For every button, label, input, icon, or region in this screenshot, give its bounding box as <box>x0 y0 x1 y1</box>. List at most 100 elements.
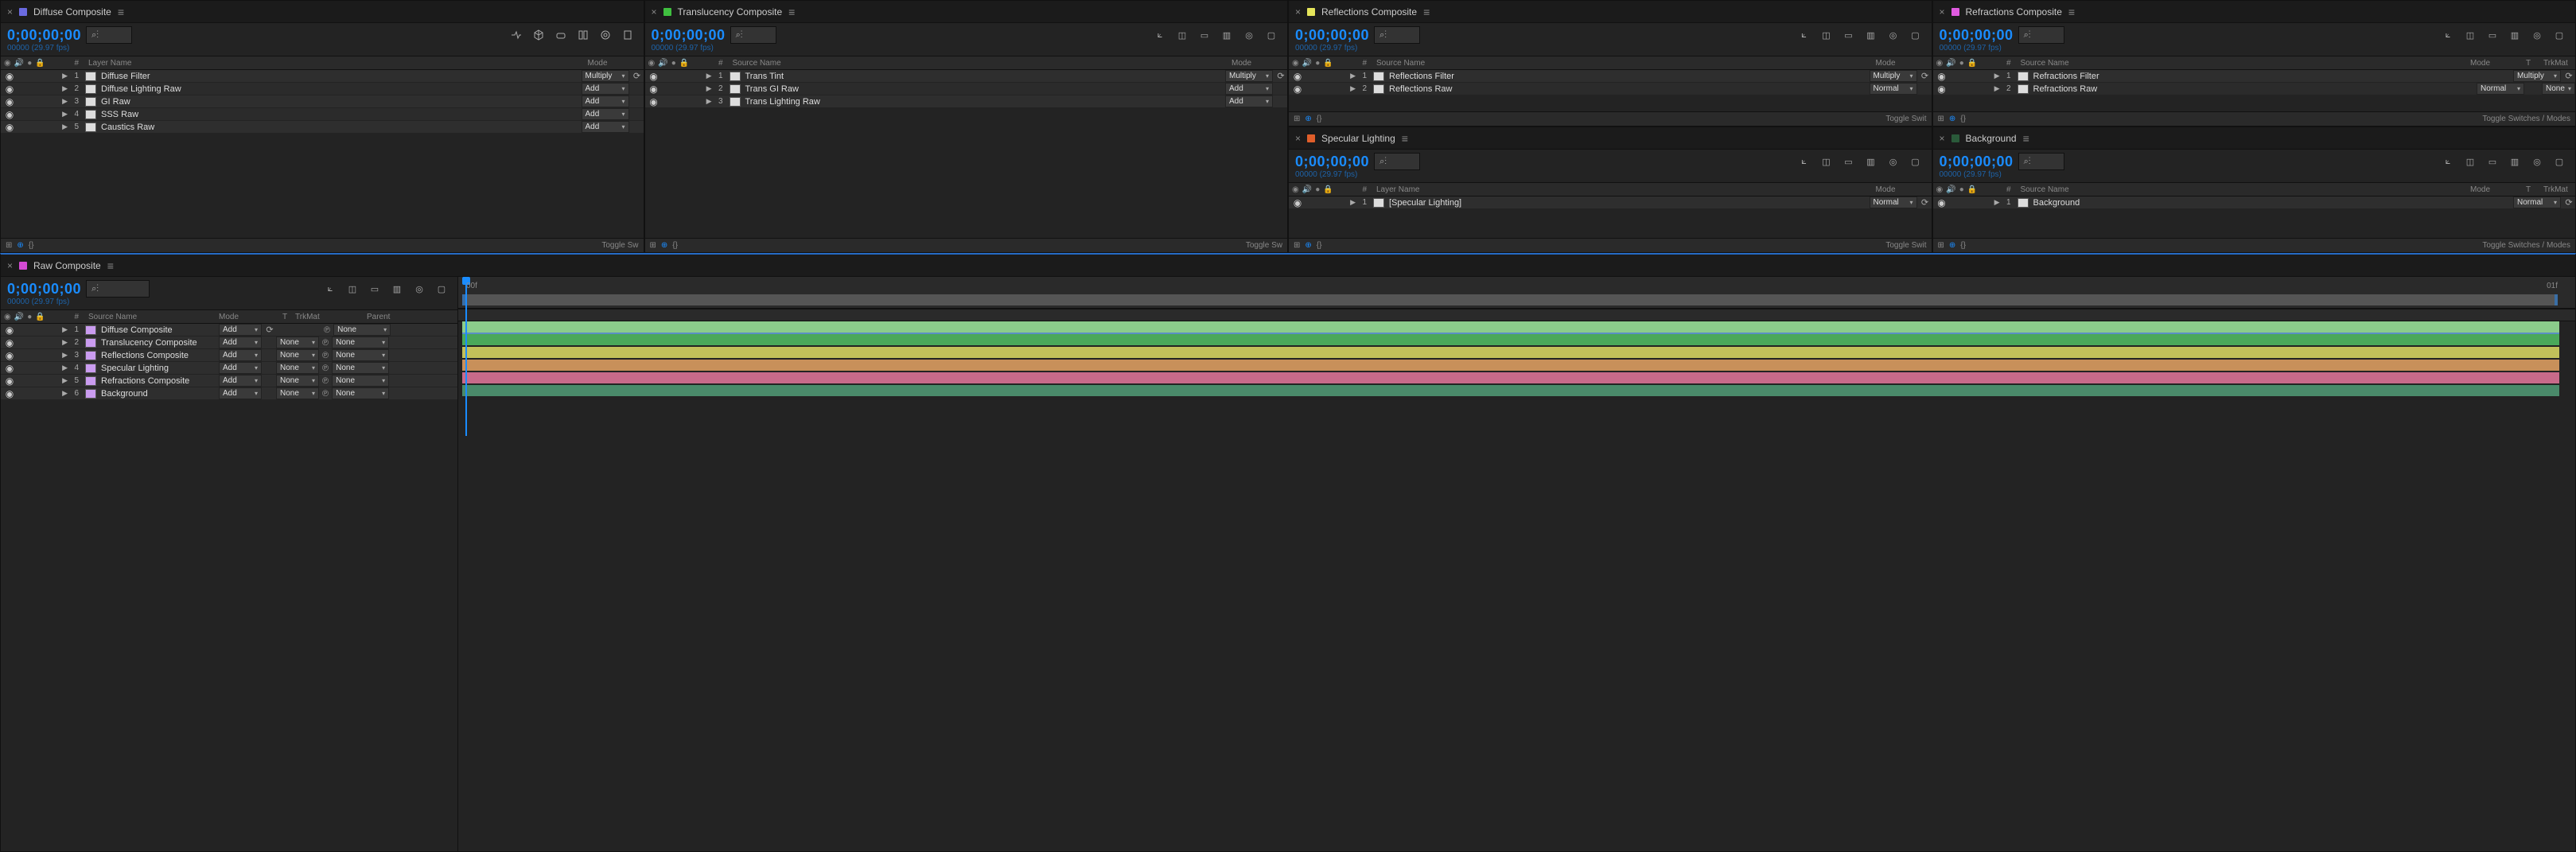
marker-icon[interactable]: ▢ <box>435 282 448 295</box>
close-icon[interactable]: × <box>7 6 13 18</box>
trkmat-dropdown[interactable]: None▾ <box>2542 83 2575 95</box>
graph-icon[interactable]: ⟀ <box>1154 29 1166 41</box>
eye-icon[interactable]: ◉ <box>648 71 660 82</box>
parent-dropdown[interactable]: None▾ <box>332 349 389 361</box>
layer-row[interactable]: ◉▶1Diffuse FilterMultiply▾⟳ <box>1 70 644 83</box>
layer-row[interactable]: ◉▶2Reflections RawNormal▾ <box>1289 83 1932 95</box>
cap-icon[interactable] <box>555 29 567 41</box>
link-icon[interactable] <box>631 84 644 95</box>
expand-icon[interactable]: ▶ <box>706 97 712 106</box>
eye-icon[interactable]: ◉ <box>4 325 15 336</box>
close-icon[interactable]: × <box>652 6 657 18</box>
timecode[interactable]: 0;00;00;00 <box>1295 27 1369 44</box>
columns-icon[interactable]: ▥ <box>2508 29 2521 41</box>
eye-icon[interactable]: ◉ <box>648 96 660 107</box>
motion-blur-icon[interactable]: ⊕ <box>17 241 23 250</box>
mode-dropdown[interactable]: Normal▾ <box>2477 83 2524 95</box>
trkmat-header[interactable]: TrkMat <box>295 313 367 321</box>
trkmat-dropdown[interactable]: None▾ <box>276 362 319 374</box>
layer-name[interactable]: Refractions Filter <box>2029 72 2514 81</box>
search-input[interactable]: ⌕⁝ <box>1374 153 1420 170</box>
layer-name[interactable]: Reflections Composite <box>96 351 219 360</box>
link-icon[interactable]: ⟳ <box>1919 71 1932 82</box>
brackets-icon[interactable]: {} <box>29 241 34 250</box>
eye-icon[interactable]: ◉ <box>4 375 15 387</box>
frame-blend-icon[interactable]: ⊞ <box>650 241 656 250</box>
mode-dropdown[interactable]: Add▾ <box>219 387 262 399</box>
eye-icon[interactable]: ◉ <box>4 96 15 107</box>
motion-blur-icon[interactable]: ⊕ <box>1305 241 1311 250</box>
cap-icon[interactable]: ▭ <box>1198 29 1211 41</box>
track-bars[interactable] <box>458 321 2575 851</box>
parent-dropdown[interactable]: None▾ <box>332 362 389 374</box>
eye-icon[interactable]: ◉ <box>1292 71 1303 82</box>
expand-icon[interactable]: ▶ <box>62 325 68 334</box>
link-icon[interactable] <box>263 337 276 348</box>
frame-blend-icon[interactable]: ⊞ <box>1294 115 1300 123</box>
expand-icon[interactable]: ▶ <box>62 97 68 106</box>
link-icon[interactable] <box>631 96 644 107</box>
marker-icon[interactable]: ▢ <box>1265 29 1278 41</box>
link-icon[interactable]: ⟳ <box>1274 71 1287 82</box>
cube-icon[interactable]: ◫ <box>346 282 359 295</box>
parent-header[interactable]: Parent <box>367 313 457 321</box>
layer-row[interactable]: ◉▶3Trans Lighting RawAdd▾ <box>645 95 1288 108</box>
layer-row[interactable]: ◉ ▶2 Translucency Composite Add▾ None▾ ℗… <box>1 337 457 349</box>
mode-dropdown[interactable]: Normal▾ <box>1870 83 1917 95</box>
trkmat-dropdown[interactable]: None▾ <box>276 387 319 399</box>
layer-row[interactable]: ◉▶4SSS RawAdd▾ <box>1 108 644 121</box>
expand-icon[interactable]: ▶ <box>62 84 68 93</box>
toggle-switches[interactable]: Toggle Swit <box>1885 115 1926 123</box>
timeline-ruler[interactable]: 00f 01f <box>458 277 2575 309</box>
layer-row[interactable]: ◉▶2Refractions RawNormal▾None▾ <box>1933 83 2576 95</box>
pickwhip-icon[interactable]: ℗ <box>324 325 330 335</box>
tab-title[interactable]: Refractions Composite <box>1966 6 2062 18</box>
expand-icon[interactable]: ▶ <box>1994 84 2000 93</box>
cube-icon[interactable]: ◫ <box>1820 155 1833 168</box>
eye-icon[interactable]: ◉ <box>4 84 15 95</box>
toggle-switches[interactable]: Toggle Sw <box>1246 241 1282 250</box>
layer-row[interactable]: ◉▶3GI RawAdd▾ <box>1 95 644 108</box>
timecode[interactable]: 0;00;00;00 <box>652 27 726 44</box>
eye-icon[interactable]: ◉ <box>4 109 15 120</box>
layer-name[interactable]: Diffuse Filter <box>96 72 582 81</box>
layer-name[interactable]: Trans Lighting Raw <box>741 97 1226 107</box>
panel-menu-icon[interactable]: ≡ <box>2068 6 2075 18</box>
brackets-icon[interactable]: {} <box>1317 241 1322 250</box>
track-bar[interactable] <box>462 360 2559 371</box>
cap-icon[interactable]: ▭ <box>1843 155 1855 168</box>
layer-name[interactable]: Background <box>2029 198 2514 208</box>
layer-name[interactable]: Trans Tint <box>741 72 1226 81</box>
pickwhip-icon[interactable]: ℗ <box>322 338 329 348</box>
expand-icon[interactable]: ▶ <box>62 376 68 385</box>
expand-icon[interactable]: ▶ <box>1994 198 2000 207</box>
link-icon[interactable]: ◎ <box>1887 29 1900 41</box>
columns-icon[interactable]: ▥ <box>391 282 403 295</box>
trkmat-dropdown[interactable]: None▾ <box>276 349 319 361</box>
brackets-icon[interactable]: {} <box>1960 115 1966 123</box>
cap-icon[interactable]: ▭ <box>2486 29 2499 41</box>
layer-name[interactable]: Background <box>96 389 219 399</box>
trkmat-header[interactable]: TrkMat <box>2543 59 2575 68</box>
frame-blend-icon[interactable]: ⊞ <box>1938 241 1944 250</box>
graph-icon[interactable]: ⟀ <box>1798 155 1811 168</box>
mode-header[interactable]: Mode <box>2470 185 2526 194</box>
layer-row[interactable]: ◉ ▶4 Specular Lighting Add▾ None▾ ℗ None… <box>1 362 457 375</box>
trkmat-header[interactable]: TrkMat <box>2543 185 2575 194</box>
layer-row[interactable]: ◉▶5Caustics RawAdd▾ <box>1 121 644 134</box>
track-bar[interactable] <box>462 372 2559 383</box>
link-icon[interactable] <box>263 350 276 361</box>
mode-dropdown[interactable]: Add▾ <box>582 108 629 120</box>
mode-dropdown[interactable]: Add▾ <box>219 349 262 361</box>
link-icon[interactable]: ◎ <box>2531 29 2543 41</box>
motion-blur-icon[interactable]: ⊕ <box>1949 115 1955 123</box>
layer-name[interactable]: GI Raw <box>96 97 582 107</box>
link-icon[interactable]: ⟳ <box>2562 197 2575 208</box>
graph-icon[interactable]: ⟀ <box>2442 29 2454 41</box>
track-bar[interactable] <box>462 385 2559 396</box>
mode-header[interactable]: Mode <box>1876 185 1932 194</box>
marker-icon[interactable] <box>621 29 634 41</box>
mode-dropdown[interactable]: Add▾ <box>582 95 629 107</box>
panel-menu-icon[interactable]: ≡ <box>788 6 795 18</box>
layer-row[interactable]: ◉▶1BackgroundNormal▾⟳ <box>1933 196 2576 209</box>
